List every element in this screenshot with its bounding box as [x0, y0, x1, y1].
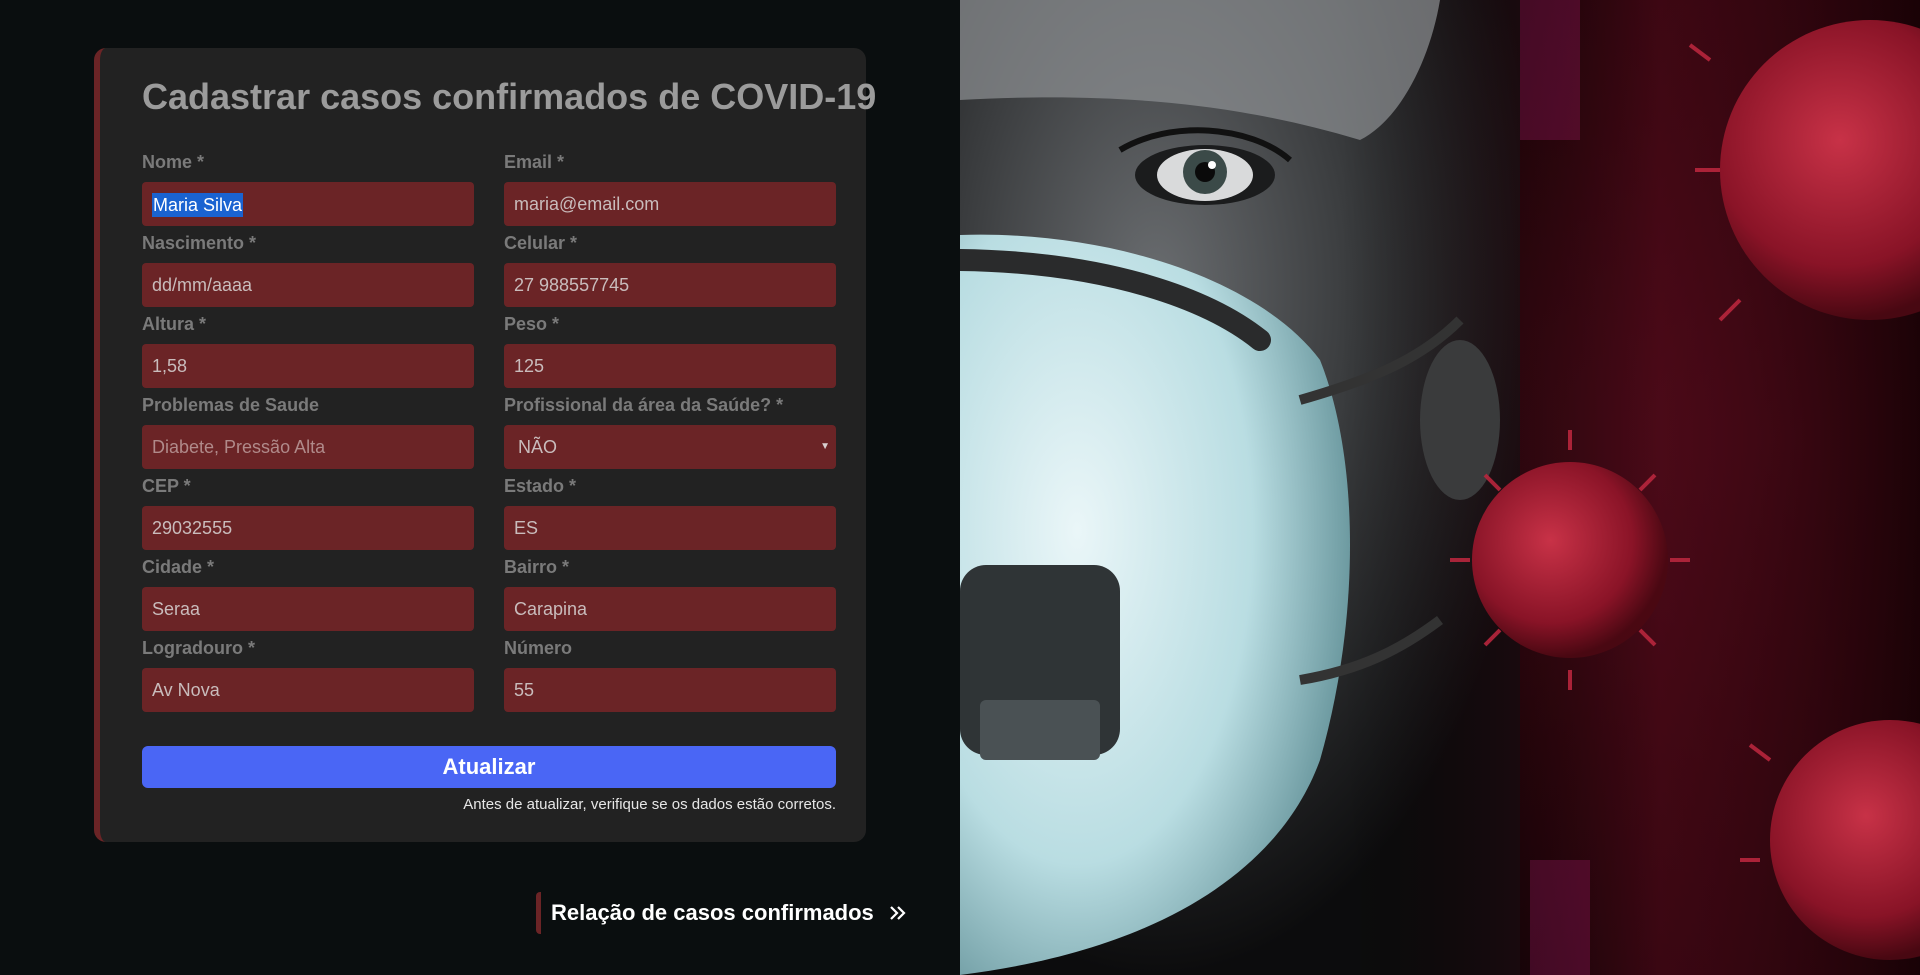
numero-label: Número — [504, 638, 573, 658]
cidade-input[interactable] — [142, 587, 474, 631]
altura-input[interactable] — [142, 344, 474, 388]
peso-input[interactable] — [504, 344, 836, 388]
nome-input[interactable] — [142, 182, 474, 226]
field-email: Email * — [504, 150, 836, 226]
masked-person-virus-photo-icon — [960, 0, 1920, 975]
confirmed-cases-link-label: Relação de casos confirmados — [551, 900, 874, 925]
bairro-input[interactable] — [504, 587, 836, 631]
peso-label: Peso * — [504, 314, 560, 334]
problemas-label: Problemas de Saude — [142, 395, 320, 415]
profissional-label: Profissional da área da Saúde? * — [504, 395, 784, 415]
problemas-input[interactable] — [142, 425, 474, 469]
form-title: Cadastrar casos confirmados de COVID-19 — [142, 76, 877, 117]
nascimento-input[interactable] — [142, 263, 474, 307]
field-estado: Estado * — [504, 474, 836, 550]
field-altura: Altura * — [142, 312, 474, 388]
confirmed-cases-link[interactable]: Relação de casos confirmados — [536, 892, 908, 934]
cidade-label: Cidade * — [142, 557, 215, 577]
field-nascimento: Nascimento * — [142, 231, 474, 307]
estado-label: Estado * — [504, 476, 577, 496]
hero-photo — [960, 0, 1920, 975]
estado-input[interactable] — [504, 506, 836, 550]
double-chevron-right-icon — [890, 906, 906, 920]
profissional-selected-value: NÃO — [518, 437, 558, 457]
cep-label: CEP * — [142, 476, 191, 496]
page: Cadastrar casos confirmados de COVID-19 … — [0, 0, 1920, 975]
field-peso: Peso * — [504, 312, 836, 388]
field-logradouro: Logradouro * — [142, 636, 474, 712]
nascimento-label: Nascimento * — [142, 233, 257, 253]
dropdown-caret-icon: ▼ — [820, 441, 830, 452]
numero-input[interactable] — [504, 668, 836, 712]
update-button[interactable]: Atualizar — [142, 746, 836, 788]
field-profissional: Profissional da área da Saúde? * NÃO ▼ — [504, 393, 836, 469]
logradouro-input[interactable] — [142, 668, 474, 712]
field-celular: Celular * — [504, 231, 836, 307]
form-card: Cadastrar casos confirmados de COVID-19 … — [94, 48, 876, 842]
field-problemas: Problemas de Saude — [142, 393, 474, 469]
email-input[interactable] — [504, 182, 836, 226]
field-nome: Nome * Maria Silva — [142, 150, 474, 226]
field-numero: Número — [504, 636, 836, 712]
field-cep: CEP * — [142, 474, 474, 550]
altura-label: Altura * — [142, 314, 207, 334]
celular-input[interactable] — [504, 263, 836, 307]
update-hint: Antes de atualizar, verifique se os dado… — [463, 796, 836, 813]
field-cidade: Cidade * — [142, 555, 474, 631]
cep-input[interactable] — [142, 506, 474, 550]
nome-label: Nome * — [142, 152, 205, 172]
logradouro-label: Logradouro * — [142, 638, 255, 658]
form-panel: Cadastrar casos confirmados de COVID-19 … — [0, 0, 960, 975]
profissional-select[interactable]: NÃO ▼ — [504, 425, 836, 469]
field-bairro: Bairro * — [504, 555, 836, 631]
celular-label: Celular * — [504, 233, 578, 253]
email-label: Email * — [504, 152, 565, 172]
bairro-label: Bairro * — [504, 557, 570, 577]
